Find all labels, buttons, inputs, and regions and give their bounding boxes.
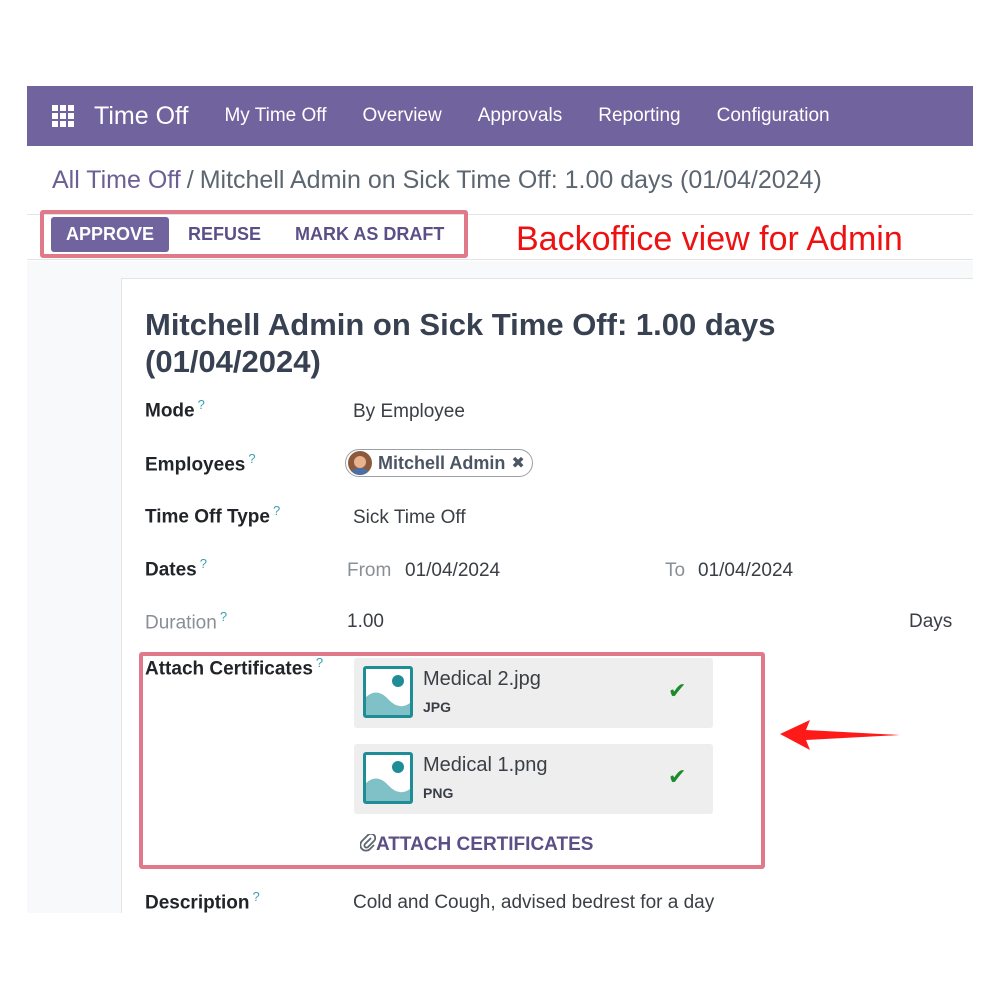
breadcrumb: All Time Off / Mitchell Admin on Sick Time… [52, 166, 822, 195]
date-from-field[interactable]: 01/04/2024 [405, 560, 500, 582]
date-from-label: From [347, 560, 392, 581]
mode-label-text: Mode [145, 400, 195, 422]
breadcrumb-parent-link[interactable]: All Time Off [52, 166, 181, 194]
description-label-text: Description [145, 892, 250, 914]
employee-tag[interactable]: Mitchell Admin ✖ [345, 449, 533, 477]
record-title: Mitchell Admin on Sick Time Off: 1.00 da… [145, 307, 776, 379]
help-icon[interactable]: ? [253, 889, 260, 904]
time-off-type-value[interactable]: Sick Time Off [353, 507, 466, 529]
remove-tag-icon[interactable]: ✖ [511, 453, 524, 473]
menu-item-approvals[interactable]: Approvals [460, 105, 581, 127]
top-navbar: Time Off My Time Off Overview Approvals … [27, 86, 973, 146]
help-icon[interactable]: ? [198, 397, 205, 412]
apps-grid-icon[interactable] [52, 105, 74, 127]
duration-value[interactable]: 1.00 [347, 611, 384, 633]
mode-value[interactable]: By Employee [353, 401, 465, 423]
menu-item-my-time-off[interactable]: My Time Off [206, 105, 344, 127]
employees-label-text: Employees [145, 454, 246, 476]
annotation-highlight-attachments [139, 652, 765, 869]
dates-label-text: Dates [145, 559, 197, 581]
breadcrumb-current: Mitchell Admin on Sick Time Off: 1.00 da… [199, 166, 822, 194]
annotation-arrow-icon [780, 720, 900, 750]
mode-label: Mode? [145, 397, 205, 422]
employees-label: Employees? [145, 451, 256, 476]
help-icon[interactable]: ? [273, 503, 280, 518]
duration-label: Duration? [145, 609, 227, 634]
time-off-type-label-text: Time Off Type [145, 506, 270, 528]
menu-item-overview[interactable]: Overview [345, 105, 460, 127]
time-off-type-label: Time Off Type? [145, 503, 280, 528]
description-value[interactable]: Cold and Cough, advised bedrest for a da… [353, 892, 714, 914]
date-to-field[interactable]: 01/04/2024 [698, 560, 793, 582]
help-icon[interactable]: ? [220, 609, 227, 624]
menu-item-configuration[interactable]: Configuration [699, 105, 848, 127]
menu-item-reporting[interactable]: Reporting [580, 105, 698, 127]
dates-label: Dates? [145, 556, 207, 581]
app-name[interactable]: Time Off [94, 102, 188, 131]
duration-label-text: Duration [145, 612, 217, 634]
employee-tag-label: Mitchell Admin [378, 452, 506, 473]
description-label: Description? [145, 889, 260, 914]
breadcrumb-separator: / [186, 166, 194, 194]
help-icon[interactable]: ? [248, 451, 255, 466]
annotation-highlight-actions [40, 210, 468, 258]
annotation-label: Backoffice view for Admin [516, 220, 903, 258]
help-icon[interactable]: ? [200, 556, 207, 571]
date-to-label: To [665, 560, 686, 581]
duration-unit: Days [909, 611, 953, 632]
avatar [348, 451, 372, 475]
